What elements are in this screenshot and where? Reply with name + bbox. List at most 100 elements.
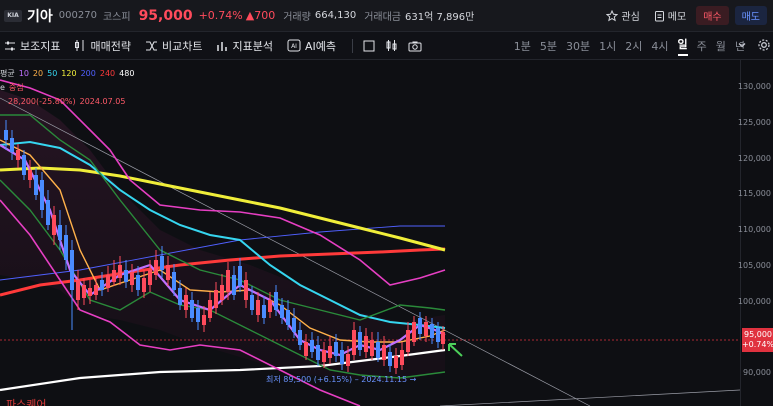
candle-body[interactable] [40, 180, 44, 210]
candle-body[interactable] [370, 340, 374, 356]
candle-body[interactable] [10, 138, 14, 152]
candle-body[interactable] [436, 328, 440, 342]
candle-body[interactable] [100, 280, 104, 290]
candle-body[interactable] [406, 330, 410, 352]
period-tab[interactable]: 4시 [651, 38, 668, 54]
candle-body[interactable] [304, 342, 308, 356]
square-tool-button[interactable] [363, 40, 375, 52]
candle-body[interactable] [76, 280, 80, 300]
ma-legend-item[interactable]: 20 [33, 67, 43, 81]
period-tab[interactable]: 1시 [599, 38, 616, 54]
candle-body[interactable] [214, 290, 218, 308]
candle-body[interactable] [376, 342, 380, 358]
candle-body[interactable] [64, 235, 68, 260]
candle-body[interactable] [310, 340, 314, 352]
candle-body[interactable] [358, 332, 362, 350]
candle-body[interactable] [441, 332, 445, 344]
ma-legend-row[interactable]: 평균 10 20 50 120 200 240 480 [0, 67, 134, 81]
period-tab[interactable]: 일 [677, 36, 688, 56]
legend-row-3[interactable]: 28,200(-25.80%) 2024.07.05 [8, 95, 134, 109]
chevron-down-icon[interactable] [737, 40, 747, 50]
candle-body[interactable] [274, 292, 278, 310]
candle-body[interactable] [238, 266, 242, 286]
candle-body[interactable] [172, 272, 176, 290]
memo-button[interactable]: 메모 [650, 8, 690, 23]
candle-body[interactable] [328, 346, 332, 358]
ma-legend-item[interactable]: 10 [19, 67, 29, 81]
candle-body[interactable] [4, 130, 8, 140]
screenshot-button[interactable] [408, 40, 422, 52]
candle-body[interactable] [166, 265, 170, 280]
candle-body[interactable] [70, 250, 74, 290]
ai-forecast-button[interactable]: AI AI예측 [287, 38, 336, 54]
candle-type-button[interactable] [385, 39, 398, 52]
candle-body[interactable] [112, 270, 116, 282]
candle-body[interactable] [400, 350, 404, 365]
candle-body[interactable] [430, 324, 434, 338]
candle-body[interactable] [286, 310, 290, 325]
candle-body[interactable] [220, 285, 224, 300]
candle-body[interactable] [322, 350, 326, 362]
candle-body[interactable] [106, 275, 110, 288]
candle-body[interactable] [256, 300, 260, 315]
period-tab[interactable]: 2시 [625, 38, 642, 54]
compare-chart-button[interactable]: 비교차트 [145, 38, 202, 54]
candle-body[interactable] [262, 305, 266, 318]
candle-body[interactable] [268, 300, 272, 312]
candle-body[interactable] [418, 318, 422, 334]
stock-name[interactable]: 기아 [27, 6, 53, 26]
period-tab[interactable]: 주 [697, 38, 707, 54]
candle-body[interactable] [52, 215, 56, 235]
candle-body[interactable] [184, 295, 188, 310]
sell-button[interactable]: 매도 [734, 6, 767, 25]
candle-body[interactable] [394, 356, 398, 368]
candle-body[interactable] [82, 285, 86, 298]
candle-body[interactable] [118, 265, 122, 278]
candle-body[interactable] [94, 285, 98, 295]
candle-body[interactable] [346, 354, 350, 366]
candle-body[interactable] [34, 175, 38, 195]
candle-body[interactable] [208, 300, 212, 318]
ma-legend-item[interactable]: 120 [61, 67, 76, 81]
candle-body[interactable] [130, 272, 134, 285]
candle-body[interactable] [46, 200, 50, 225]
candle-body[interactable] [280, 305, 284, 318]
candle-body[interactable] [160, 256, 164, 270]
candle-body[interactable] [298, 330, 302, 345]
candle-body[interactable] [250, 295, 254, 310]
candle-body[interactable] [154, 260, 158, 275]
period-tab[interactable]: 5분 [540, 38, 557, 54]
ma-legend-item[interactable]: 480 [119, 67, 134, 81]
candle-body[interactable] [340, 350, 344, 364]
period-tab[interactable]: 월 [716, 38, 726, 54]
chart-canvas[interactable] [0, 60, 741, 406]
candle-body[interactable] [22, 155, 26, 175]
candle-body[interactable] [316, 345, 320, 360]
candle-body[interactable] [58, 225, 62, 240]
candle-body[interactable] [244, 280, 248, 300]
buy-button[interactable]: 매수 [696, 6, 729, 25]
indicator-analysis-button[interactable]: 지표분석 [216, 38, 273, 54]
candle-body[interactable] [28, 170, 32, 180]
ma-legend-item[interactable]: 50 [47, 67, 57, 81]
candle-body[interactable] [424, 322, 428, 336]
candle-body[interactable] [202, 315, 206, 325]
candle-body[interactable] [16, 150, 20, 160]
period-tab[interactable]: 1분 [514, 38, 531, 54]
candle-body[interactable] [232, 275, 236, 295]
ma-legend-item[interactable]: 200 [81, 67, 96, 81]
candle-body[interactable] [292, 318, 296, 332]
candle-body[interactable] [226, 270, 230, 292]
candle-body[interactable] [352, 330, 356, 355]
candle-body[interactable] [124, 270, 128, 282]
candle-body[interactable] [88, 288, 92, 296]
candle-body[interactable] [412, 322, 416, 342]
candle-body[interactable] [382, 345, 386, 360]
candle-body[interactable] [190, 300, 194, 318]
gear-icon[interactable] [757, 38, 771, 52]
legend-row-2[interactable]: e 중심 [0, 81, 134, 95]
trade-strategy-button[interactable]: 매매전략 [74, 38, 131, 54]
candle-body[interactable] [364, 336, 368, 352]
candle-body[interactable] [334, 342, 338, 356]
candle-body[interactable] [196, 308, 200, 322]
